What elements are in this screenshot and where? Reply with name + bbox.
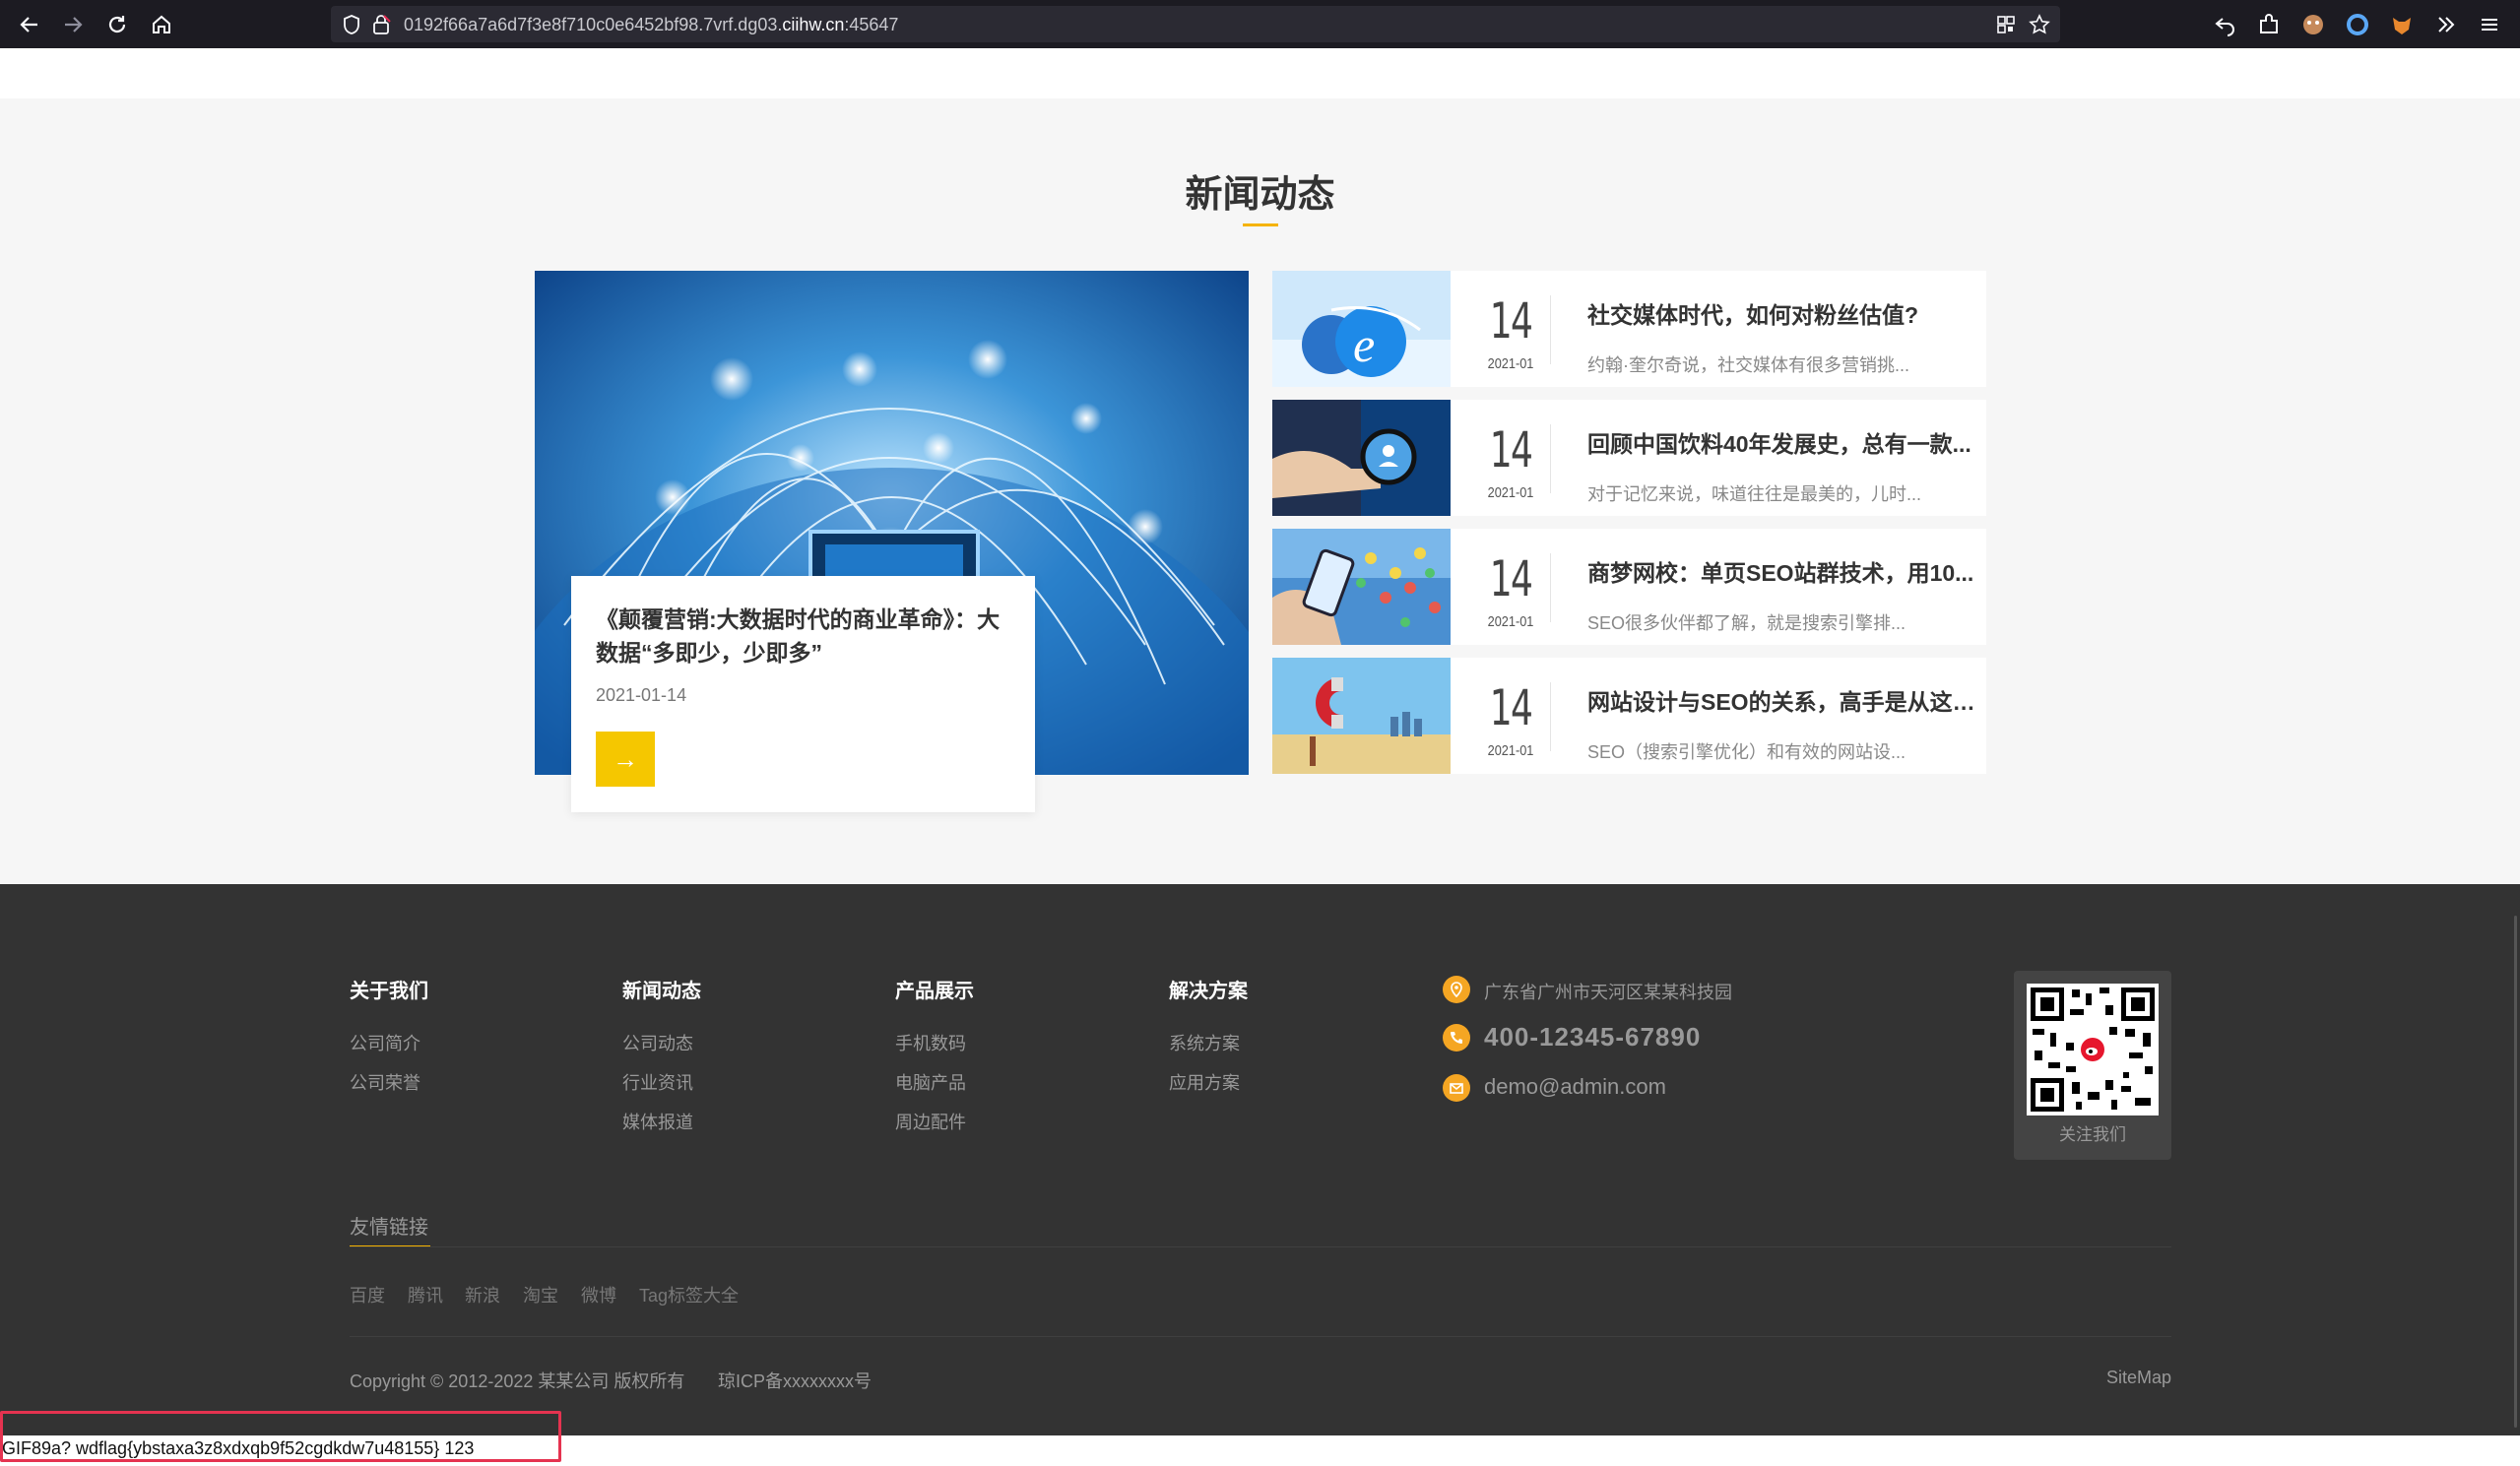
news-thumbnail-phone-apps[interactable] <box>1272 529 1451 645</box>
sitemap-link[interactable]: SiteMap <box>2106 1368 2171 1388</box>
friend-link[interactable]: Tag标签大全 <box>639 1282 739 1307</box>
news-divider <box>1550 553 1551 622</box>
qr-code-icon[interactable] <box>1995 14 2017 35</box>
header-band <box>0 48 2520 98</box>
icp-link[interactable]: 琼ICP备xxxxxxxx号 <box>718 1368 872 1393</box>
news-thumbnail-ie-globe[interactable]: e <box>1272 271 1451 387</box>
news-description: SEO很多伙伴都了解，就是搜索引擎排... <box>1587 613 1906 633</box>
news-list-item[interactable]: 14 2021-01 商梦网校：单页SEO站群技术，用10... SEO很多伙伴… <box>1272 529 1986 645</box>
featured-news-card[interactable]: 《颠覆营销:大数据时代的商业革命》：大数据“多即少，少即多” 2021-01-1… <box>571 576 1035 812</box>
footer-link[interactable]: 媒体报道 <box>622 1109 693 1134</box>
copyright-text: Copyright © 2012-2022 某某公司 版权所有 <box>350 1371 685 1391</box>
friend-link[interactable]: 微博 <box>581 1282 616 1307</box>
footer-link[interactable]: 公司简介 <box>350 1030 420 1055</box>
news-description: 对于记忆来说，味道往往是最美的，儿时... <box>1587 484 1922 504</box>
featured-news-date: 2021-01-14 <box>596 685 687 705</box>
news-divider <box>1550 682 1551 751</box>
footer-link[interactable]: 应用方案 <box>1169 1069 1240 1095</box>
footer-link[interactable]: 公司动态 <box>622 1030 693 1055</box>
read-more-button[interactable]: → <box>596 732 655 787</box>
title-underline <box>1243 223 1278 226</box>
footer-divider <box>350 1246 2171 1247</box>
news-day: 14 <box>1489 550 1533 607</box>
news-title[interactable]: 回顾中国饮料40年发展史，总有一款... <box>1587 425 1981 459</box>
friend-link[interactable]: 百度 <box>350 1282 385 1307</box>
browser-toolbar: 0192f66a7a6d7f3e8f710c0e6452bf98.7vrf.dg… <box>0 0 2520 48</box>
svg-text:e: e <box>1353 317 1375 372</box>
url-text[interactable]: 0192f66a7a6d7f3e8f710c0e6452bf98.7vrf.dg… <box>404 15 898 35</box>
news-title[interactable]: 社交媒体时代，如何对粉丝估值? <box>1587 296 1981 330</box>
page-scrollbar[interactable] <box>2514 916 2517 1428</box>
footer-link[interactable]: 行业资讯 <box>622 1069 693 1095</box>
footer-link[interactable]: 系统方案 <box>1169 1030 1240 1055</box>
news-year-month: 2021-01 <box>1487 355 1534 372</box>
friend-links-title: 友情链接 <box>350 1217 428 1239</box>
news-year-month: 2021-01 <box>1487 613 1534 630</box>
news-list-item[interactable]: e 14 2021-01 社交媒体时代，如何对粉丝估值? 约翰·奎尔奇说，社交媒… <box>1272 271 1986 387</box>
qr-code-image <box>2027 984 2159 1115</box>
forward-icon[interactable] <box>58 10 88 39</box>
section-title: 新闻动态 <box>1185 174 1335 216</box>
qr-code-card: 关注我们 <box>2014 971 2171 1160</box>
qr-code-label: 关注我们 <box>2059 1125 2126 1144</box>
friend-link[interactable]: 腾讯 <box>408 1282 443 1307</box>
news-title[interactable]: 商梦网校：单页SEO站群技术，用10... <box>1587 554 1981 588</box>
overflow-chevrons-icon[interactable] <box>2433 12 2459 37</box>
location-pin-icon <box>1443 976 1470 1003</box>
footer-column-title[interactable]: 新闻动态 <box>622 975 701 1003</box>
news-year-month: 2021-01 <box>1487 742 1534 759</box>
footer-link[interactable]: 手机数码 <box>895 1030 966 1055</box>
extension-avatar-icon[interactable] <box>2300 12 2326 37</box>
footer-link[interactable]: 公司荣誉 <box>350 1069 420 1095</box>
featured-news-title[interactable]: 《颠覆营销:大数据时代的商业革命》：大数据“多即少，少即多” <box>596 603 1014 669</box>
footer-divider <box>350 1336 2171 1337</box>
news-list-item[interactable]: 14 2021-01 回顾中国饮料40年发展史，总有一款... 对于记忆来说，味… <box>1272 400 1986 516</box>
news-title[interactable]: 网站设计与SEO的关系，高手是从这4... <box>1587 683 1981 717</box>
footer-column-title[interactable]: 解决方案 <box>1169 975 1248 1003</box>
news-description: 约翰·奎尔奇说，社交媒体有很多营销挑... <box>1587 355 1909 375</box>
footer-link[interactable]: 电脑产品 <box>895 1069 966 1095</box>
bookmark-star-icon[interactable] <box>2029 14 2050 35</box>
footer <box>0 884 2520 1435</box>
news-day: 14 <box>1489 421 1533 478</box>
footer-link[interactable]: 周边配件 <box>895 1109 966 1134</box>
footer-column-title[interactable]: 产品展示 <box>895 975 974 1003</box>
news-day: 14 <box>1489 679 1533 736</box>
contact-email[interactable]: demo@admin.com <box>1484 1074 1666 1100</box>
phone-icon <box>1443 1024 1470 1052</box>
news-thumbnail-magnifier[interactable] <box>1272 400 1451 516</box>
highlight-box <box>0 1411 561 1462</box>
contact-phone: 400-12345-67890 <box>1484 1022 1702 1052</box>
footer-column-title[interactable]: 关于我们 <box>350 975 428 1003</box>
home-icon[interactable] <box>147 10 176 39</box>
address-bar[interactable]: 0192f66a7a6d7f3e8f710c0e6452bf98.7vrf.dg… <box>331 6 2060 42</box>
contact-address: 广东省广州市天河区某某科技园 <box>1484 983 1732 1002</box>
extension-fox-icon[interactable] <box>2389 12 2415 37</box>
news-day: 14 <box>1489 292 1533 350</box>
news-description: SEO（搜索引擎优化）和有效的网站设... <box>1587 742 1906 762</box>
menu-icon[interactable] <box>2477 12 2502 37</box>
email-icon <box>1443 1074 1470 1102</box>
friend-link[interactable]: 新浪 <box>465 1282 500 1307</box>
undo-icon[interactable] <box>2213 12 2238 37</box>
news-year-month: 2021-01 <box>1487 484 1534 501</box>
shield-icon[interactable] <box>341 14 362 35</box>
reload-icon[interactable] <box>102 10 132 39</box>
news-divider <box>1550 424 1551 493</box>
back-icon[interactable] <box>15 10 44 39</box>
extension-ring-icon[interactable] <box>2345 12 2370 37</box>
friend-link[interactable]: 淘宝 <box>523 1282 558 1307</box>
news-thumbnail-magnet[interactable] <box>1272 658 1451 774</box>
lock-warning-icon[interactable] <box>370 14 392 35</box>
extensions-icon[interactable] <box>2256 12 2282 37</box>
news-list-item[interactable]: 14 2021-01 网站设计与SEO的关系，高手是从这4... SEO（搜索引… <box>1272 658 1986 774</box>
news-divider <box>1550 295 1551 364</box>
